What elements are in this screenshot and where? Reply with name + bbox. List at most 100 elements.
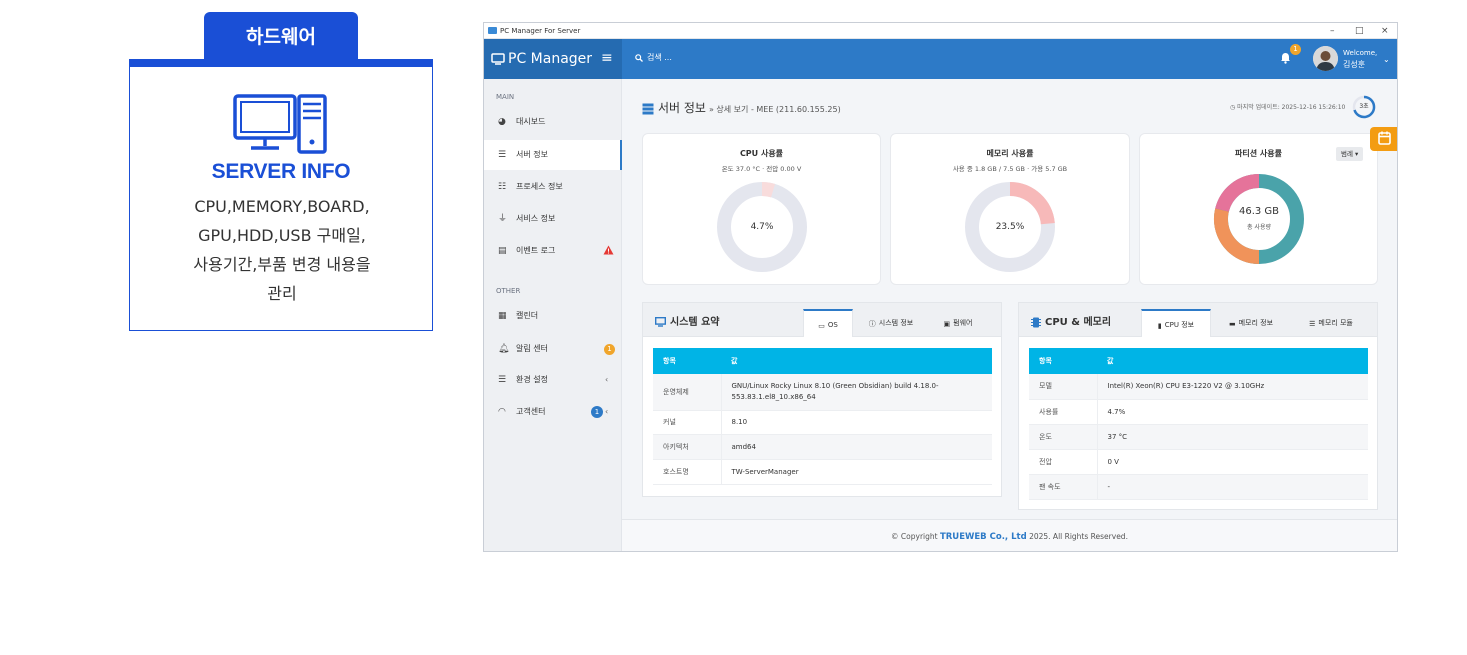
table-header-value: 값 — [1097, 348, 1368, 374]
sidebar-item-dashboard[interactable]: ◕ 대시보드 — [484, 107, 622, 137]
sidebar-item-service-info[interactable]: ⏚ 서비스 정보 — [484, 204, 622, 234]
brand-name: PC Manager — [508, 51, 593, 67]
tab-firmware[interactable]: ▣ 펌웨어 — [933, 309, 983, 337]
memory-chip-icon — [1031, 317, 1041, 327]
footer-prefix: © Copyright — [891, 532, 938, 541]
calendar-icon: ▦ — [498, 311, 507, 321]
page-title: 서버 정보» 상세 보기 - MEE (211.60.155.25) — [642, 99, 841, 116]
search-input[interactable]: 검색 ... — [635, 51, 672, 65]
calendar-floating-button[interactable] — [1370, 127, 1397, 151]
row-key: 팬 속도 — [1029, 474, 1098, 500]
table-header-key: 항목 — [1029, 348, 1097, 374]
partition-segment-orange — [1213, 208, 1260, 265]
system-summary-title-text: 시스템 요약 — [670, 317, 720, 328]
menu-toggle-icon[interactable]: ≡ — [601, 51, 613, 65]
last-update-text: 마지막 업데이트: 2025-12-16 15:26:10 — [1237, 104, 1346, 111]
calendar-icon — [1378, 131, 1391, 145]
promo-tab: 하드웨어 — [204, 12, 358, 60]
cpu-memory-title-text: CPU & 메모리 — [1045, 317, 1112, 328]
tab-os[interactable]: ▭ OS — [803, 309, 853, 337]
server-icon — [642, 103, 654, 114]
cpu-usage-value: 4.7% — [750, 222, 774, 232]
row-value: GNU/Linux Rocky Linux 8.10 (Green Obsidi… — [721, 374, 992, 411]
sidebar-item-process-info[interactable]: ☷ 프로세스 정보 — [484, 172, 622, 202]
sidebar-section-main: MAIN — [496, 93, 515, 101]
tab-label: OS — [827, 321, 838, 329]
row-value: TW-ServerManager — [721, 459, 992, 485]
window-titlebar: PC Manager For Server – □ × — [484, 23, 1397, 39]
chevron-left-icon: ‹ — [605, 407, 609, 416]
welcome-text[interactable]: Welcome, 김성훈 — [1343, 48, 1377, 70]
cpu-usage-title: CPU 사용률 — [739, 149, 784, 158]
footer-company-link[interactable]: TRUEWEB Co., Ltd — [940, 532, 1027, 542]
sidebar-item-event-log[interactable]: ▤ 이벤트 로그 — [484, 236, 622, 266]
legend-dropdown[interactable]: 범례 ▾ — [1336, 147, 1364, 161]
table-row: 아키텍처 amd64 — [653, 434, 992, 460]
promo-card: SERVER INFO CPU,MEMORY,BOARD,GPU,HDD,USB… — [129, 59, 433, 331]
last-update: ◷ 마지막 업데이트: 2025-12-16 15:26:10 — [1230, 102, 1345, 111]
app-window: PC Manager For Server – □ × PC Manager ≡… — [483, 22, 1398, 552]
table-row: 운영체제 GNU/Linux Rocky Linux 8.10 (Green Ob… — [653, 374, 992, 411]
search-placeholder: 검색 ... — [647, 53, 672, 62]
system-summary-title: 시스템 요약 — [655, 313, 719, 328]
row-key: 호스트명 — [653, 459, 722, 485]
partition-total: 46.3 GB — [1238, 206, 1280, 217]
table-row: 사용률 4.7% — [1029, 399, 1368, 425]
desktop-computer-icon — [233, 94, 327, 154]
minimize-button[interactable]: – — [1330, 23, 1335, 39]
page-title-text: 서버 정보 — [658, 101, 706, 115]
partition-total-label: 총 사용량 — [1247, 224, 1271, 231]
clipboard-icon: ▤ — [498, 246, 507, 256]
row-key: 사용률 — [1029, 399, 1098, 425]
refresh-interval: 3초 — [1359, 103, 1369, 110]
memory-usage-value: 23.5% — [995, 222, 1025, 232]
promo-title: SERVER INFO — [211, 160, 351, 183]
sidebar-item-label: 서비스 정보 — [516, 214, 556, 223]
chip-icon: ▮ — [1157, 322, 1162, 330]
memory-usage-sub: 사용 중 1.8 GB / 7.5 GB · 가용 5.7 GB — [952, 165, 1068, 173]
sidebar-item-label: 캘린더 — [516, 311, 539, 320]
chevron-down-icon[interactable]: ⌄ — [1383, 55, 1390, 64]
row-key: 온도 — [1029, 424, 1098, 450]
plug-icon: ⏚ — [498, 214, 508, 224]
tab-label: 메모리 정보 — [1238, 319, 1274, 327]
cpu-usage-card: CPU 사용률 온도 37.0 °C · 전압 0.00 V 4.7% — [642, 133, 881, 285]
row-value: - — [1097, 474, 1368, 500]
sidebar-item-calendar[interactable]: ▦ 캘린더 — [484, 301, 622, 331]
server-icon: ☰ — [498, 150, 507, 160]
refresh-timer[interactable]: 3초 — [1352, 95, 1376, 119]
tab-system-info[interactable]: ⓘ 시스템 정보 — [859, 309, 923, 337]
row-key: 전압 — [1029, 449, 1098, 475]
bell-icon[interactable] — [1280, 52, 1291, 64]
row-key: 운영체제 — [653, 374, 722, 411]
sidebar-item-settings[interactable]: ☰ 환경 설정 ‹ — [484, 365, 622, 395]
table-row: 모델 Intel(R) Xeon(R) CPU E3-1220 V2 @ 3.10… — [1029, 374, 1368, 400]
page-subtitle: » 상세 보기 - MEE (211.60.155.25) — [708, 105, 841, 114]
table-row: 팬 속도 - — [1029, 474, 1368, 500]
notification-badge: 1 — [1290, 44, 1301, 55]
avatar[interactable] — [1313, 46, 1338, 71]
sidebar-item-label: 대시보드 — [516, 117, 546, 126]
footer: © Copyright TRUEWEB Co., Ltd 2025. All R… — [622, 519, 1397, 551]
sidebar-item-support[interactable]: ◠ 고객센터 1 ‹ — [484, 397, 622, 427]
laptop-icon: ▭ — [818, 322, 825, 330]
tab-cpu-info[interactable]: ▮ CPU 정보 — [1141, 309, 1211, 337]
row-value: Intel(R) Xeon(R) CPU E3-1220 V2 @ 3.10GH… — [1097, 374, 1368, 400]
table-header-value: 값 — [721, 348, 992, 374]
partition-donut: 46.3 GB 총 사용량 — [1212, 172, 1306, 266]
tab-memory-module[interactable]: ☰ 메모리 모듈 — [1295, 309, 1367, 337]
tab-memory-info[interactable]: ▬ 메모리 정보 — [1217, 309, 1285, 337]
sidebar: MAIN ◕ 대시보드 ☰ 서버 정보 ☷ 프로세스 정보 ⏚ 서비스 정보 ▤… — [484, 79, 622, 551]
promo-description: CPU,MEMORY,BOARD,GPU,HDD,USB 구매일,사용기간,부품… — [193, 197, 371, 303]
row-value: 37 °C — [1097, 424, 1368, 450]
maximize-button[interactable]: □ — [1355, 23, 1364, 39]
sidebar-item-label: 서버 정보 — [516, 150, 548, 159]
memory-donut: 23.5% — [963, 180, 1057, 274]
row-key: 아키텍처 — [653, 434, 722, 460]
close-button[interactable]: × — [1381, 23, 1389, 39]
sidebar-item-server-info[interactable]: ☰ 서버 정보 — [484, 140, 622, 170]
sidebar-item-notification-center[interactable]: 🔔︎ 알림 센터 1 — [484, 334, 622, 364]
notification-badge: 1 — [604, 344, 615, 355]
server-icon: ☰ — [1309, 320, 1316, 328]
tab-label: 펌웨어 — [953, 319, 973, 327]
